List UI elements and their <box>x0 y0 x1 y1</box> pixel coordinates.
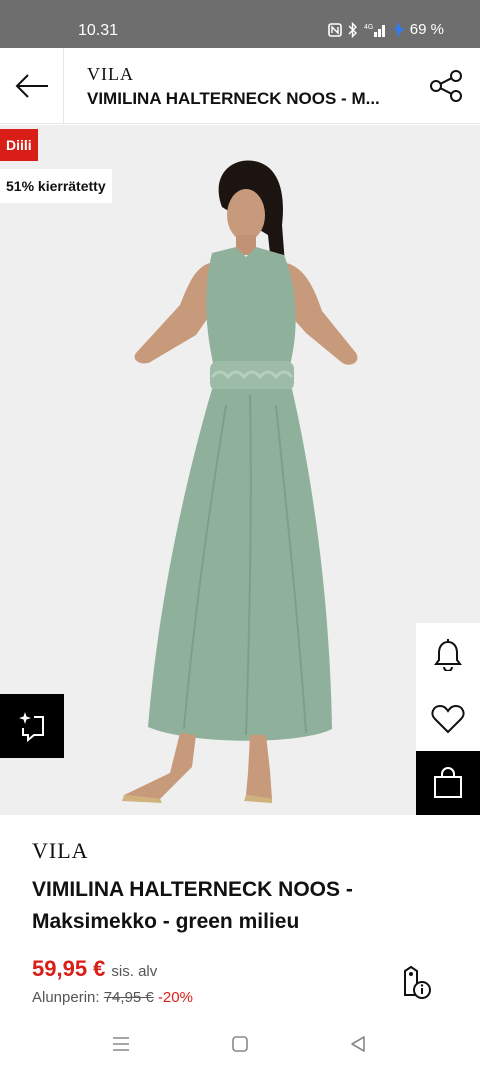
system-nav-bar <box>0 1016 480 1072</box>
recent-apps-button[interactable] <box>109 1032 133 1056</box>
header-title: VIMILINA HALTERNECK NOOS - M... <box>87 89 380 108</box>
nfc-icon <box>327 22 342 37</box>
price-tag-info-icon <box>404 965 431 999</box>
status-icons: 4G 69 % <box>327 21 444 38</box>
bluetooth-icon <box>348 21 358 38</box>
original-price-label: Alunperin: <box>32 989 100 1006</box>
price-vat-note: sis. alv <box>111 963 158 980</box>
deal-badge: Diili <box>0 129 38 161</box>
status-time: 10.31 <box>78 22 119 39</box>
discount-badge: -20% <box>157 989 193 1006</box>
product-photo <box>122 160 358 803</box>
current-price: 59,95 € <box>32 956 106 981</box>
recycled-badge: 51% kierrätetty <box>0 169 112 203</box>
battery-level: 69 % <box>409 21 444 38</box>
sparkle-frame-icon <box>19 712 44 743</box>
product-brand[interactable]: VILA <box>32 838 452 864</box>
add-to-bag-button[interactable] <box>416 751 480 815</box>
square-icon <box>232 1036 248 1052</box>
notify-button[interactable] <box>416 623 480 687</box>
share-icon <box>430 70 462 102</box>
back-button[interactable] <box>0 48 64 124</box>
top-app-bar: VILA VIMILINA HALTERNECK NOOS - M... <box>0 48 480 124</box>
heart-icon <box>431 704 465 734</box>
arrow-left-icon <box>15 74 48 98</box>
original-price-row: Alunperin: 74,95 € -20% <box>32 989 193 1006</box>
side-action-bar <box>416 623 480 751</box>
status-bar: 10.31 4G 69 % <box>0 0 480 48</box>
triangle-back-icon <box>351 1036 365 1052</box>
header-brand: VILA <box>87 64 134 84</box>
share-button[interactable] <box>426 66 466 106</box>
menu-lines-icon <box>113 1037 129 1051</box>
charging-icon <box>393 21 404 38</box>
product-title: VIMILINA HALTERNECK NOOS - Maksimekko - … <box>32 878 353 933</box>
home-button[interactable] <box>228 1032 252 1056</box>
signal-icon: 4G <box>364 22 388 38</box>
ai-search-button[interactable] <box>0 694 64 758</box>
product-info: VILA VIMILINA HALTERNECK NOOS - Maksimek… <box>32 838 452 938</box>
product-image-gallery[interactable]: Diili 51% kierrätetty <box>0 125 480 815</box>
price-row: 59,95 € sis. alv <box>32 956 157 982</box>
network-label: 4G <box>364 24 373 31</box>
price-info-button[interactable] <box>396 963 436 1003</box>
wishlist-button[interactable] <box>416 687 480 751</box>
bell-icon <box>434 639 462 671</box>
original-price: 74,95 € <box>103 989 154 1006</box>
system-back-button[interactable] <box>346 1032 370 1056</box>
shopping-bag-icon <box>434 767 462 798</box>
